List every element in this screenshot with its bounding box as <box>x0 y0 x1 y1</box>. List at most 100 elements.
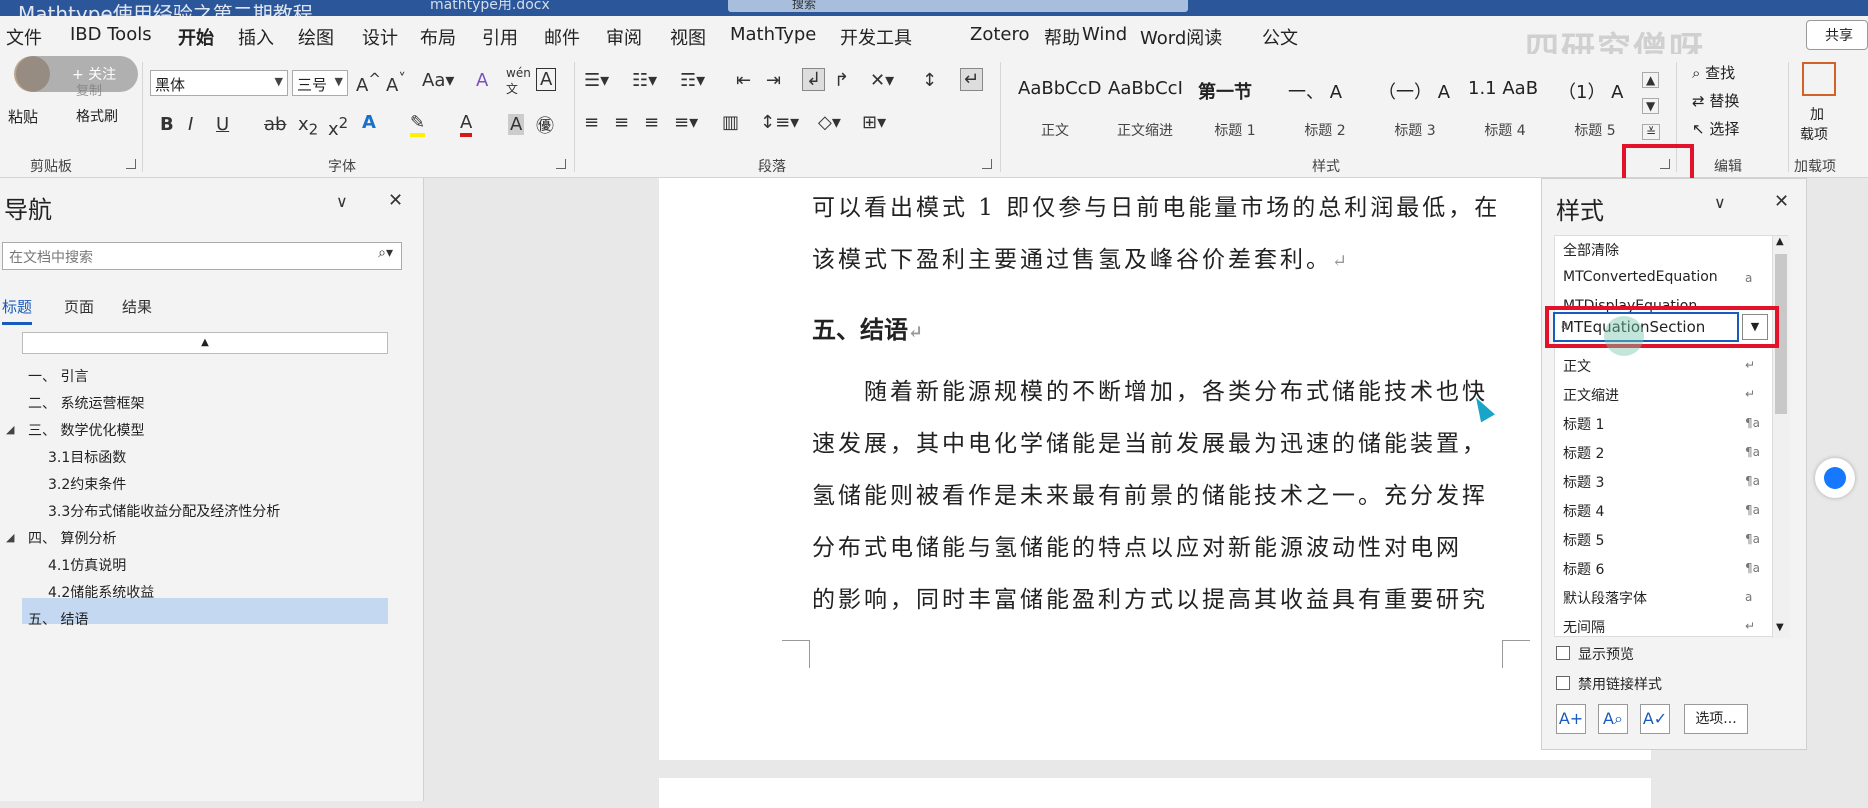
select-button[interactable]: ↖ 选择 <box>1692 118 1739 139</box>
char-shading-icon[interactable]: A <box>508 114 525 135</box>
rtl-icon[interactable]: ↱ <box>834 70 849 91</box>
style-list-item[interactable]: 默认段落字体 <box>1563 588 1753 608</box>
style-list-item[interactable]: 标题 1 <box>1563 414 1753 434</box>
menu-17[interactable]: 公文 <box>1262 24 1298 50</box>
align-center-icon[interactable]: ≡ <box>614 112 629 133</box>
subscript-button[interactable]: x2 <box>298 114 318 139</box>
addins-btn-line1[interactable]: 加 <box>1810 104 1824 124</box>
nav-item[interactable]: 一、 引言 <box>28 366 88 386</box>
superscript-button[interactable]: x2 <box>328 114 348 140</box>
gallery-up-icon[interactable]: ▲ <box>1642 72 1660 88</box>
nav-item[interactable]: 三、 数学优化模型 <box>28 420 144 440</box>
disable-linked-checkbox[interactable] <box>1556 676 1570 690</box>
style-gallery-item[interactable]: AaBbCcD 正文 <box>1010 64 1101 154</box>
style-inspector-icon[interactable]: A⌕ <box>1598 704 1628 734</box>
styles-scrollbar[interactable]: ▲ ▼ <box>1772 236 1790 638</box>
style-gallery-item[interactable]: AaBbCcI 正文缩进 <box>1100 64 1190 154</box>
find-button[interactable]: ⌕ 查找 <box>1692 62 1735 83</box>
menu-9[interactable]: 审阅 <box>606 24 642 50</box>
borders-icon[interactable]: ⊞▾ <box>862 112 886 133</box>
chinese-layout-icon[interactable]: ✕▾ <box>870 70 894 91</box>
style-list-item[interactable]: 标题 6 <box>1563 559 1753 579</box>
numbering-icon[interactable]: ☷▾ <box>632 70 657 91</box>
menu-15[interactable]: Wind <box>1082 24 1127 45</box>
justify-icon[interactable]: ≡▾ <box>674 112 698 133</box>
nav-item[interactable]: 四、 算例分析 <box>28 528 116 548</box>
menu-11[interactable]: MathType <box>730 24 816 45</box>
menu-6[interactable]: 布局 <box>420 24 456 50</box>
gallery-down-icon[interactable]: ▼ <box>1642 98 1660 114</box>
expand-triangle-icon[interactable]: ◢ <box>6 531 14 544</box>
title-search-box[interactable]: 搜索 <box>728 0 1188 12</box>
manage-styles-icon[interactable]: A✓ <box>1640 704 1670 734</box>
nav-item[interactable]: 五、 结语 <box>28 609 88 629</box>
menu-10[interactable]: 视图 <box>670 24 706 50</box>
show-marks-icon[interactable]: ↵ <box>960 68 984 91</box>
new-style-icon[interactable]: A+ <box>1556 704 1586 734</box>
style-gallery-item[interactable]: （一） A 标题 3 <box>1370 64 1460 154</box>
menu-4[interactable]: 绘图 <box>298 24 334 50</box>
menu-12[interactable]: 开发工具 <box>840 24 912 50</box>
menu-13[interactable]: Zotero <box>970 24 1030 45</box>
shading-icon[interactable]: ◇▾ <box>818 112 841 133</box>
nav-item[interactable]: 4.1仿真说明 <box>48 555 126 575</box>
highlight-icon[interactable]: ✎ <box>410 112 426 137</box>
distributed-icon[interactable]: ▥ <box>722 112 739 133</box>
style-list-item[interactable]: 标题 4 <box>1563 501 1753 521</box>
menu-16[interactable]: Word阅读 <box>1140 24 1222 50</box>
nav-item[interactable]: 3.3分布式储能收益分配及经济性分析 <box>48 501 280 521</box>
styles-list[interactable]: 全部清除 MTConvertedEquation a MTDisplayEquatio… <box>1554 235 1788 637</box>
menu-5[interactable]: 设计 <box>362 24 398 50</box>
increase-indent-icon[interactable]: ⇥ <box>766 70 781 91</box>
assistant-float-button[interactable] <box>1815 458 1855 498</box>
chevron-down-icon[interactable]: ∨ <box>1714 193 1726 212</box>
format-painter-button[interactable]: 格式刷 <box>76 106 118 126</box>
nav-item[interactable]: 4.2储能系统收益 <box>48 582 154 602</box>
clear-format-icon[interactable]: A <box>476 70 488 91</box>
ltr-icon[interactable]: ↲ <box>802 68 826 91</box>
char-border-icon[interactable]: A <box>536 68 557 91</box>
align-left-icon[interactable]: ≡ <box>584 112 599 133</box>
strikethrough-button[interactable]: ab <box>264 114 286 135</box>
shrink-font-button[interactable]: A˅ <box>386 70 406 96</box>
font-color-icon[interactable]: A <box>460 112 473 137</box>
menu-7[interactable]: 引用 <box>482 24 518 50</box>
close-icon[interactable]: ✕ <box>1774 191 1789 212</box>
paragraph-launcher-icon[interactable] <box>982 159 992 169</box>
change-case-button[interactable]: Aa▾ <box>422 70 454 91</box>
phonetic-icon[interactable]: wén 文 <box>506 66 531 97</box>
nav-tab-2[interactable]: 结果 <box>122 296 152 317</box>
style-list-item[interactable]: MTConvertedEquation <box>1563 269 1753 285</box>
nav-tab-1[interactable]: 页面 <box>64 296 94 317</box>
clipboard-launcher-icon[interactable] <box>126 159 136 169</box>
scroll-up-icon[interactable]: ▲ <box>1776 236 1784 247</box>
style-dropdown-button[interactable]: ▼ <box>1742 314 1768 340</box>
share-button[interactable]: 共享 <box>1806 20 1868 50</box>
font-size-select[interactable]: 三号 ▼ <box>292 70 348 96</box>
close-icon[interactable]: ✕ <box>388 190 403 211</box>
menu-8[interactable]: 邮件 <box>544 24 580 50</box>
menu-1[interactable]: IBD Tools <box>70 24 152 45</box>
align-right-icon[interactable]: ≡ <box>644 112 659 133</box>
follow-button[interactable]: + 关注 <box>16 56 138 92</box>
options-button[interactable]: 选项... <box>1684 704 1748 734</box>
menu-3[interactable]: 插入 <box>238 24 274 50</box>
search-icon[interactable]: ⌕▾ <box>378 245 393 261</box>
style-list-item[interactable]: 无间隔 <box>1563 617 1753 636</box>
font-launcher-icon[interactable] <box>556 159 566 169</box>
chevron-down-icon[interactable]: ∨ <box>336 192 348 211</box>
nav-tab-0[interactable]: 标题 <box>2 296 33 325</box>
text-effects-icon[interactable]: A <box>362 112 376 133</box>
style-list-item[interactable]: 正文 <box>1563 356 1753 376</box>
selected-style-item[interactable]: MTEquationSection a <box>1553 312 1739 342</box>
font-name-select[interactable]: 黑体 ▼ <box>150 70 288 96</box>
menu-0[interactable]: 文件 <box>6 24 42 50</box>
nav-item[interactable]: 二、 系统运营框架 <box>28 393 144 413</box>
grow-font-button[interactable]: A^ <box>356 70 381 96</box>
gallery-more-icon[interactable]: ≚ <box>1642 124 1661 140</box>
nav-search-input[interactable]: 在文档中搜索 ⌕▾ <box>2 242 402 270</box>
style-list-item[interactable]: 标题 3 <box>1563 472 1753 492</box>
style-list-item[interactable]: 正文缩进 <box>1563 385 1753 405</box>
addins-icon[interactable] <box>1802 62 1836 96</box>
style-list-item[interactable]: 全部清除 <box>1563 240 1753 260</box>
